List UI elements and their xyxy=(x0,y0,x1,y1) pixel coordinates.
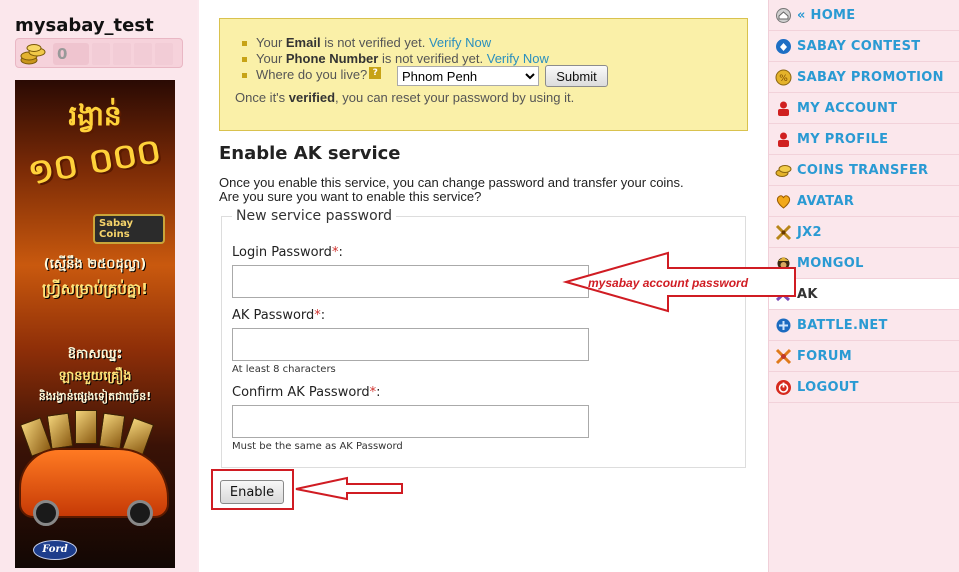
banner-wheel xyxy=(33,500,59,526)
ak-password-hint: At least 8 characters xyxy=(232,364,336,375)
login-password-label: Login Password*: xyxy=(232,245,343,260)
nav-item-coins-transfer[interactable]: COINS TRANSFER xyxy=(769,155,959,186)
promo-banner[interactable]: រង្វាន់ ១០ ០០០ Sabay Coins (ស្មើនឹង ២៥០ដ… xyxy=(15,80,175,568)
banner-text: ឱកាសឈ្នះ xyxy=(67,347,123,362)
fieldset-legend: New service password xyxy=(232,208,397,224)
annotation-label: mysabay account password xyxy=(588,276,749,290)
banner-card xyxy=(98,412,126,450)
left-sidebar: mysabay_test 0 រង្វាន់ ១០ ០០០ Sabay Coin… xyxy=(0,0,197,572)
login-password-input[interactable] xyxy=(232,265,589,298)
contest-icon xyxy=(776,39,791,54)
nav-item-ak[interactable]: AK xyxy=(769,279,959,310)
nav-item-battle-net[interactable]: BATTLE.NET xyxy=(769,310,959,341)
nav-item-avatar[interactable]: AVATAR xyxy=(769,186,959,217)
battlenet-icon xyxy=(776,318,791,333)
coins-icon xyxy=(775,165,792,177)
coin-digit-slot xyxy=(113,43,131,65)
account-icon xyxy=(778,101,789,116)
nav-item-jx2[interactable]: JX2 xyxy=(769,217,959,248)
email-notice: Your Email is not verified yet. Verify N… xyxy=(242,35,549,51)
confirm-password-input[interactable] xyxy=(232,405,589,438)
ak-password-input[interactable] xyxy=(232,328,589,361)
confirm-password-hint: Must be the same as AK Password xyxy=(232,441,403,452)
svg-text:%: % xyxy=(779,74,788,84)
nav-item-sabay-promotion[interactable]: % SABAY PROMOTION xyxy=(769,62,959,93)
verification-notice: Your Email is not verified yet. Verify N… xyxy=(219,18,748,131)
reset-hint: Once it's verified, you can reset your p… xyxy=(235,90,575,105)
promotion-icon: % xyxy=(775,69,792,86)
coin-balance-bar: 0 xyxy=(15,38,183,68)
banner-card xyxy=(46,412,74,450)
nav-item-logout[interactable]: LOGOUT xyxy=(769,372,959,403)
ak-icon xyxy=(775,287,791,302)
nav-item-my-account[interactable]: MY ACCOUNT xyxy=(769,93,959,124)
coin-digit-slot xyxy=(134,43,152,65)
coins-icon xyxy=(20,44,46,65)
submit-location-button[interactable]: Submit xyxy=(545,65,608,87)
avatar-icon xyxy=(776,195,791,209)
phone-notice: Your Phone Number is not verified yet. V… xyxy=(242,51,549,67)
home-icon xyxy=(776,8,791,23)
banner-text: (ស្មើនឹង ២៥០ដុល្លា) xyxy=(43,257,147,272)
forum-icon xyxy=(775,348,792,365)
coin-digit-slot xyxy=(155,43,173,65)
nav-item-my-profile[interactable]: MY PROFILE xyxy=(769,124,959,155)
verify-email-link[interactable]: Verify Now xyxy=(429,35,491,50)
username: mysabay_test xyxy=(15,15,154,36)
enable-button[interactable]: Enable xyxy=(220,480,284,504)
nav-item-sabay-contest[interactable]: SABAY CONTEST xyxy=(769,31,959,62)
banner-text: និងរង្វាន់ផ្សេងទៀតជាច្រើន! xyxy=(38,390,152,403)
confirm-password-label: Confirm AK Password*: xyxy=(232,385,381,400)
banner-wheel xyxy=(127,500,153,526)
right-nav: « HOME SABAY CONTEST % SABAY PROMOTION M… xyxy=(768,0,959,572)
mongol-icon xyxy=(777,257,790,270)
banner-text: ឡានមួយគ្រឿង xyxy=(58,369,132,384)
banner-card xyxy=(75,410,97,444)
ford-logo: Ford xyxy=(33,540,77,560)
logout-icon xyxy=(776,380,791,395)
verify-phone-link[interactable]: Verify Now xyxy=(487,51,549,66)
page-title: Enable AK service xyxy=(219,143,401,164)
location-select[interactable]: Phnom Penh xyxy=(397,66,539,86)
intro-text: Once you enable this service, you can ch… xyxy=(219,175,684,204)
service-password-fieldset: New service password Login Password*: AK… xyxy=(221,208,746,468)
ak-password-label: AK Password*: xyxy=(232,308,326,323)
profile-icon xyxy=(778,132,789,147)
coin-count: 0 xyxy=(53,43,89,65)
banner-text: ហ្វ្រីសម្រាប់គ្រប់គ្នា! xyxy=(42,280,148,298)
sabay-coins-badge: Sabay Coins xyxy=(93,214,165,244)
nav-item-home[interactable]: « HOME xyxy=(769,0,959,31)
nav-item-mongol[interactable]: MONGOL xyxy=(769,248,959,279)
nav-item-forum[interactable]: FORUM xyxy=(769,341,959,372)
coin-digit-slot xyxy=(92,43,110,65)
jx2-icon xyxy=(775,224,792,241)
help-icon[interactable]: ? xyxy=(369,67,382,79)
